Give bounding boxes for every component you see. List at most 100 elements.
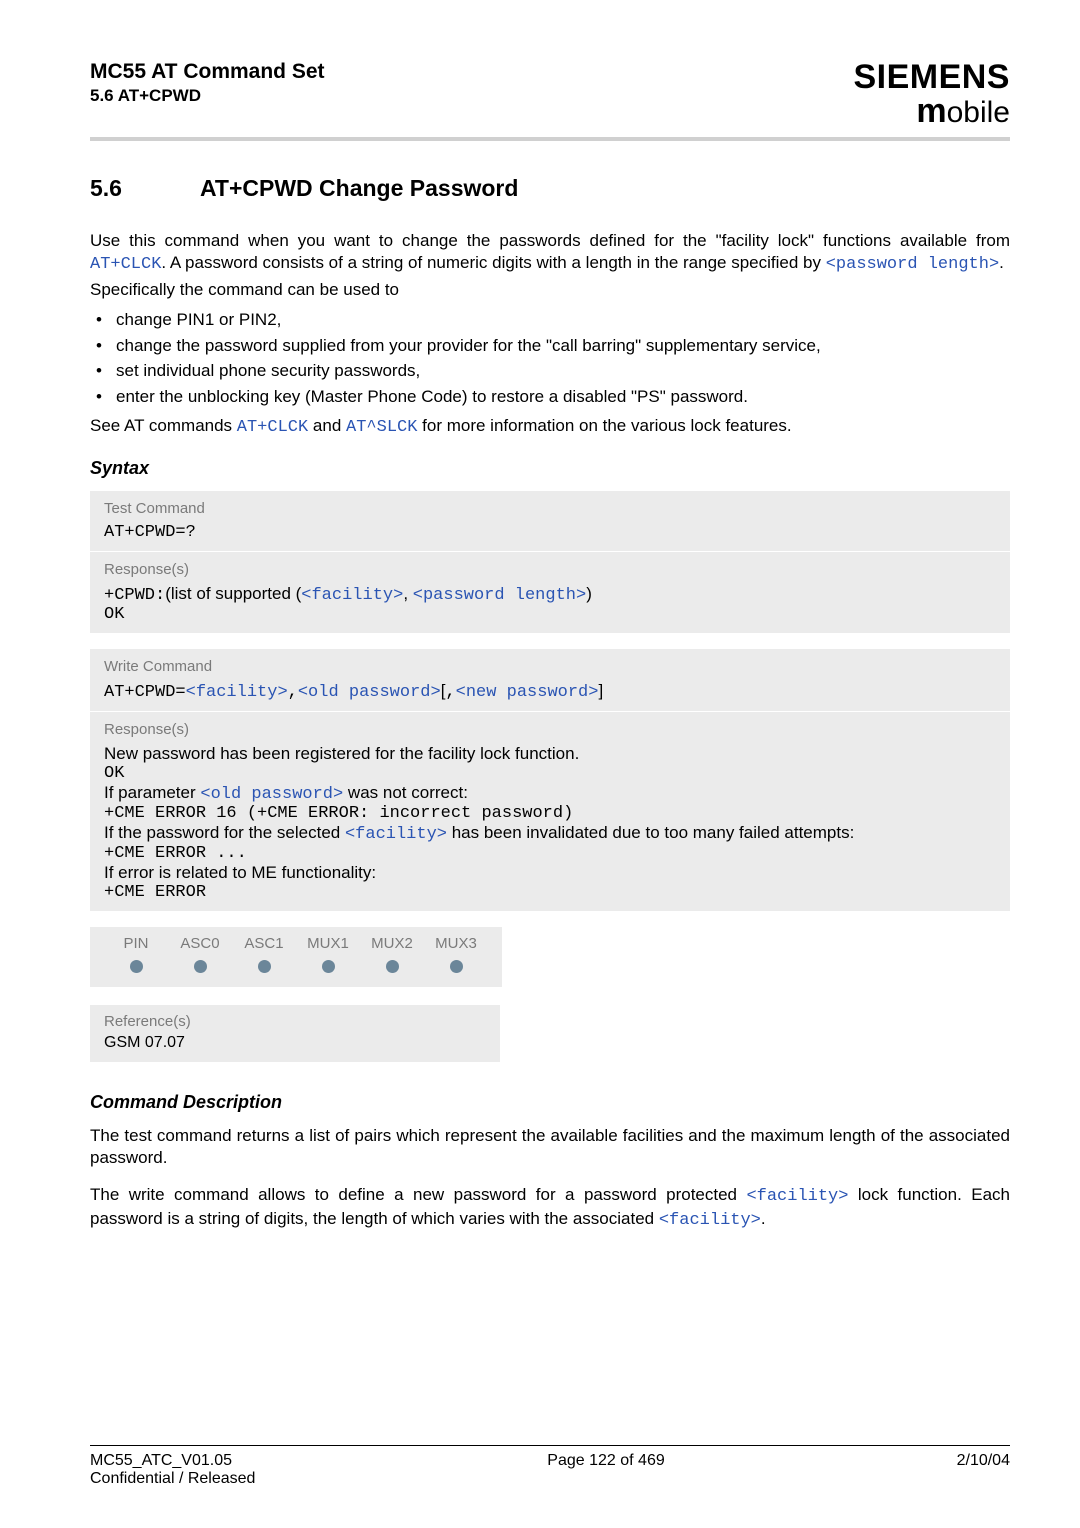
- bullet-item: enter the unblocking key (Master Phone C…: [90, 384, 1010, 410]
- link-facility-3[interactable]: <facility>: [345, 825, 447, 844]
- pin-header: PIN: [104, 935, 168, 952]
- p2a: The write command allows to define a new…: [90, 1185, 746, 1204]
- r5b: has been invalidated due to too many fai…: [447, 823, 854, 842]
- bracket-close: ]: [598, 681, 603, 700]
- resp-mid: (list of supported (: [165, 584, 301, 603]
- intro-p1a: Use this command when you want to change…: [90, 231, 1010, 250]
- pin-header: ASC0: [168, 935, 232, 952]
- test-resp-section: Response(s) +CPWD:(list of supported (<f…: [90, 552, 1010, 633]
- dot-cell: [168, 952, 232, 977]
- page-footer: MC55_ATC_V01.05 Confidential / Released …: [90, 1445, 1010, 1488]
- p2c: .: [761, 1209, 766, 1228]
- pin-header-row: PIN ASC0 ASC1 MUX1 MUX2 MUX3: [104, 935, 488, 952]
- dot-cell: [232, 952, 296, 977]
- syntax-heading: Syntax: [90, 458, 1010, 479]
- page-root: MC55 AT Command Set 5.6 AT+CPWD SIEMENS …: [0, 0, 1080, 1528]
- intro-p1: Use this command when you want to change…: [90, 230, 1010, 277]
- link-old-password-2[interactable]: <old password>: [200, 785, 343, 804]
- dot-icon: [450, 960, 463, 973]
- test-response-line: +CPWD:(list of supported (<facility>, <p…: [104, 584, 996, 605]
- link-atslck[interactable]: AT^SLCK: [346, 418, 417, 437]
- link-facility-5[interactable]: <facility>: [659, 1211, 761, 1230]
- bullet-item: change PIN1 or PIN2,: [90, 307, 1010, 333]
- pin-header: ASC1: [232, 935, 296, 952]
- intro-p3a: See AT commands: [90, 416, 237, 435]
- doc-subtitle: 5.6 AT+CPWD: [90, 86, 325, 106]
- write-resp-section: Response(s) New password has been regist…: [90, 712, 1010, 911]
- response-label: Response(s): [104, 561, 996, 578]
- footer-version: MC55_ATC_V01.05: [90, 1452, 255, 1470]
- resp-line: +CME ERROR: [104, 883, 996, 902]
- link-atclck-2[interactable]: AT+CLCK: [237, 418, 308, 437]
- mobile-m: m: [916, 92, 946, 130]
- resp-ok: OK: [104, 764, 996, 783]
- test-command-label: Test Command: [104, 500, 996, 517]
- page-header: MC55 AT Command Set 5.6 AT+CPWD SIEMENS …: [90, 60, 1010, 131]
- pin-header: MUX1: [296, 935, 360, 952]
- footer-center: Page 122 of 469: [547, 1452, 664, 1488]
- ok-text: OK: [104, 605, 996, 624]
- r5a: If the password for the selected: [104, 823, 345, 842]
- intro-p1b: . A password consists of a string of num…: [161, 253, 825, 272]
- footer-left: MC55_ATC_V01.05 Confidential / Released: [90, 1452, 255, 1488]
- test-command-text: AT+CPWD=?: [104, 523, 996, 542]
- siemens-logo: SIEMENS: [853, 60, 1010, 94]
- reference-value: GSM 07.07: [104, 1034, 486, 1052]
- intro-p3c: for more information on the various lock…: [417, 416, 791, 435]
- dot-cell: [424, 952, 488, 977]
- header-rule: [90, 137, 1010, 141]
- dot-icon: [258, 960, 271, 973]
- cmd-desc-p2: The write command allows to define a new…: [90, 1184, 1010, 1233]
- bullet-item: set individual phone security passwords,: [90, 358, 1010, 384]
- r3a: If parameter: [104, 783, 200, 802]
- syntax-write-box: Write Command AT+CPWD=<facility>,<old pa…: [90, 649, 1010, 911]
- command-description-heading: Command Description: [90, 1092, 1010, 1113]
- link-password-length[interactable]: <password length>: [826, 255, 999, 274]
- header-left: MC55 AT Command Set 5.6 AT+CPWD: [90, 60, 325, 106]
- mobile-logo: mobile: [853, 92, 1010, 131]
- response-label-2: Response(s): [104, 721, 996, 738]
- link-new-password[interactable]: <new password>: [456, 683, 599, 702]
- bullet-item: change the password supplied from your p…: [90, 333, 1010, 359]
- write-command-line: AT+CPWD=<facility>,<old password>[,<new …: [104, 681, 996, 702]
- link-facility-4[interactable]: <facility>: [746, 1187, 848, 1206]
- cmd-desc-p1: The test command returns a list of pairs…: [90, 1125, 1010, 1170]
- link-facility-2[interactable]: <facility>: [186, 683, 288, 702]
- footer-confidential: Confidential / Released: [90, 1470, 255, 1488]
- dot-icon: [194, 960, 207, 973]
- section-heading: 5.6AT+CPWD Change Password: [90, 175, 1010, 202]
- intro-p3: See AT commands AT+CLCK and AT^SLCK for …: [90, 415, 1010, 439]
- resp-prefix: +CPWD:: [104, 586, 165, 605]
- reference-box: Reference(s) GSM 07.07: [90, 1005, 500, 1062]
- resp-line: If error is related to ME functionality:: [104, 863, 996, 883]
- footer-right: 2/10/04: [957, 1452, 1010, 1488]
- write-command-label: Write Command: [104, 658, 996, 675]
- intro-p3b: and: [308, 416, 346, 435]
- header-logo: SIEMENS mobile: [853, 60, 1010, 131]
- resp-line: New password has been registered for the…: [104, 744, 996, 764]
- resp-line: +CME ERROR ...: [104, 844, 996, 863]
- pin-support-table: PIN ASC0 ASC1 MUX1 MUX2 MUX3: [90, 927, 502, 987]
- link-old-password[interactable]: <old password>: [298, 683, 441, 702]
- dot-cell: [296, 952, 360, 977]
- dot-icon: [322, 960, 335, 973]
- reference-label: Reference(s): [104, 1013, 486, 1030]
- write-cmd-section: Write Command AT+CPWD=<facility>,<old pa…: [90, 649, 1010, 711]
- comma2: ,: [445, 683, 455, 702]
- resp-line: +CME ERROR 16 (+CME ERROR: incorrect pas…: [104, 804, 996, 823]
- resp-comma: ,: [403, 584, 412, 603]
- dot-cell: [360, 952, 424, 977]
- comma1: ,: [288, 683, 298, 702]
- resp-line: If the password for the selected <facili…: [104, 823, 996, 844]
- link-atclck[interactable]: AT+CLCK: [90, 255, 161, 274]
- mobile-rest: obile: [947, 96, 1010, 129]
- pin-dot-row: [104, 952, 488, 977]
- dot-cell: [104, 952, 168, 977]
- pin-header: MUX2: [360, 935, 424, 952]
- section-number: 5.6: [90, 175, 200, 202]
- intro-p2: Specifically the command can be used to: [90, 279, 1010, 301]
- link-facility[interactable]: <facility>: [301, 586, 403, 605]
- dot-icon: [386, 960, 399, 973]
- link-password-length-2[interactable]: <password length>: [413, 586, 586, 605]
- resp-line: If parameter <old password> was not corr…: [104, 783, 996, 804]
